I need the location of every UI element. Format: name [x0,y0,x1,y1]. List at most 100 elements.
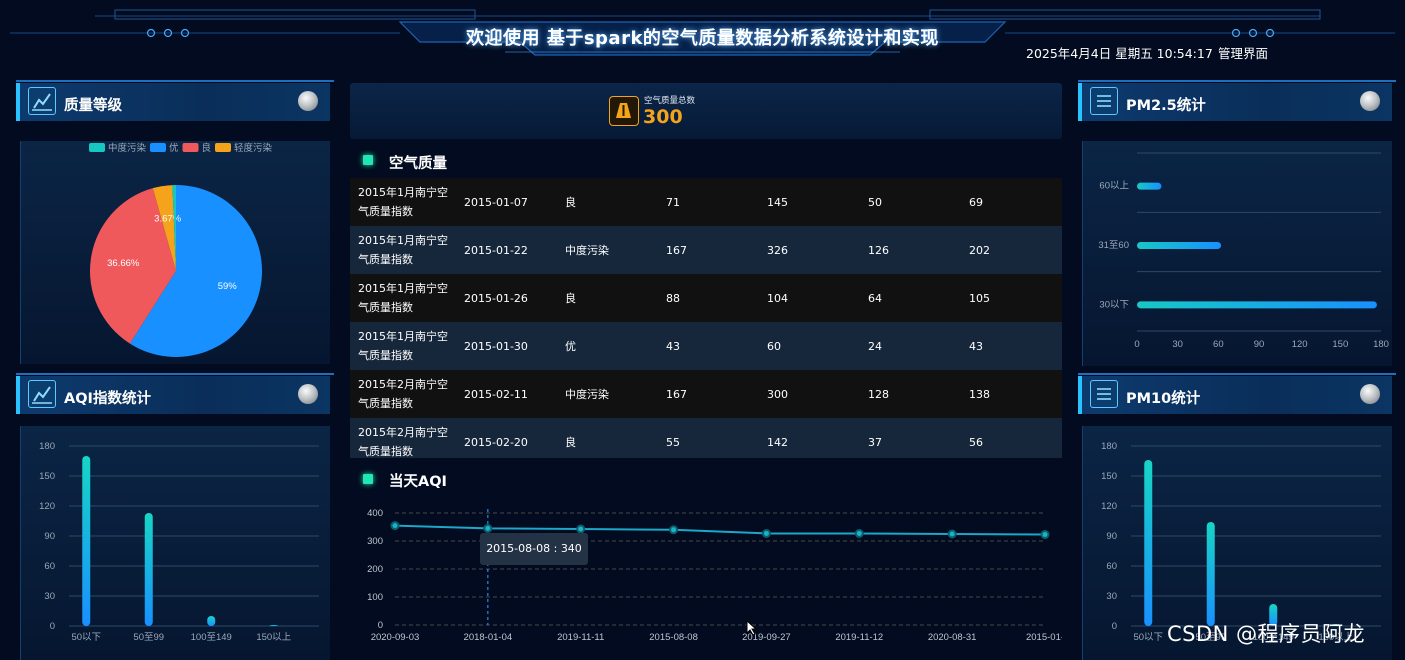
table-cell: 2015年1月南宁空气质量指数 [358,186,448,218]
y-tick-label: 200 [367,564,383,575]
panel-header: AQI指数统计 [16,376,330,414]
data-point [761,528,771,538]
table-cell: 43 [969,339,983,353]
x-tick-label: 2015-08-08 [649,632,698,643]
watermark: CSDN @程序员阿龙 [1167,622,1366,646]
table-row[interactable]: 2015年1月南宁空气质量指数 2015-01-22 中度污染 167 326 126 20… [350,226,1062,274]
table-cell: 2015-02-11 [464,387,528,401]
table-cell: 2015年2月南宁空气质量指数 [358,426,448,458]
x-tick-label: 90 [1254,339,1265,350]
panel-body: 60以上 31至60 30以下 0 30 60 90 120 150 180 [1082,141,1392,366]
panel-top-line [16,80,334,82]
pm25-bar-chart: 60以上 31至60 30以下 0 30 60 90 120 150 180 [1098,152,1389,350]
legend-swatch [150,143,166,152]
list-icon [1090,87,1118,115]
page-header: 欢迎使用 基于spark的空气质量数据分析系统设计和实现 2025年4月4日 星… [0,0,1405,70]
x-tick-label: 30 [1172,339,1183,350]
table-row[interactable]: 2015年1月南宁空气质量指数 2015-01-26 良 88 104 64 105 [350,274,1062,322]
table-cell: 2015-01-30 [464,339,528,353]
table-cell: 202 [969,243,990,257]
table-row[interactable]: 2015年1月南宁空气质量指数 2015-01-07 良 71 145 50 69 [350,178,1062,226]
bar [269,625,278,626]
x-tick-label: 50至99 [133,632,164,643]
y-tick-label: 400 [367,508,383,519]
table-cell: 2015-02-20 [464,435,528,449]
table-row[interactable]: 2015年2月南宁空气质量指数 2015-02-20 良 55 142 37 56 [350,418,1062,458]
table-cell: 88 [666,291,680,305]
table-row[interactable]: 2015年1月南宁空气质量指数 2015-01-30 优 43 60 24 43 [350,322,1062,370]
table-cell: 105 [969,291,990,305]
data-point [669,525,679,535]
air-quality-title: 空气质量 [389,156,447,172]
pm25-panel: PM2.5统计 60以上 31至60 30以下 0 30 60 90 120 150 180 [1078,80,1396,366]
panel-title: PM10统计 [1126,391,1201,407]
panel-header: 质量等级 [16,83,330,121]
data-point [854,528,864,538]
table-row[interactable]: 2015年2月南宁空气质量指数 2015-02-11 中度污染 167 300 128 13… [350,370,1062,418]
data-point [576,524,586,534]
bar [1137,182,1162,190]
bar [1144,460,1153,626]
table-cell: 69 [969,195,983,209]
table-cell: 326 [767,243,788,257]
y-tick-label: 120 [39,501,55,512]
x-tick-label: 2020-08-31 [928,632,977,643]
legend-swatch [182,143,199,152]
disc-icon[interactable] [1360,384,1380,404]
data-point [390,521,400,531]
y-tick-label: 31至60 [1098,240,1129,251]
bar [1206,522,1215,626]
disc-icon[interactable] [298,384,318,404]
panel-body: 中度污染 优 良 轻度污染 59% 36.66% 3.67% [20,141,330,364]
panel-top-line [16,373,334,375]
aqi-bar-chart: 0 30 60 90 120 150 180 50以下 50至99 100至149 150以上 [39,441,319,643]
quality-level-panel: 质量等级 中度污染 优 良 轻度污染 59% 36.66% 3.67% [16,80,334,366]
table-cell: 64 [868,291,882,305]
pie-slice-label: 59% [218,281,238,292]
table-cell: 56 [969,435,983,449]
legend-label: 轻度污染 [234,142,273,154]
table-cell: 104 [767,291,788,305]
y-tick-label: 30 [1106,591,1117,602]
table-cell: 良 [565,196,576,209]
y-tick-label: 120 [1101,501,1117,512]
table-cell: 71 [666,195,680,209]
x-tick-label: 2015-01- [1026,632,1062,643]
admin-link[interactable]: 管理界面 [1218,43,1268,62]
data-point [947,529,957,539]
y-tick-label: 0 [1112,621,1117,632]
disc-icon[interactable] [298,91,318,111]
legend-label: 优 [169,142,179,154]
table-cell: 2015-01-22 [464,243,528,257]
daily-aqi-title: 当天AQI [389,474,447,490]
table-cell: 2015年1月南宁空气质量指数 [358,330,448,362]
daily-aqi-line-chart: 0 100 200 300 400 2020-09-03 2018-01-04 2019-11… [367,508,1062,643]
quality-pie-chart: 中度污染 优 良 轻度污染 59% 36.66% 3.67% [89,142,273,357]
x-tick-label: 100至149 [191,632,232,643]
bar [144,513,153,626]
mouse-cursor-icon [746,620,758,636]
table-cell: 24 [868,339,882,353]
y-tick-label: 100 [367,592,383,603]
line-chart-icon [28,380,56,408]
bar [1137,301,1377,309]
table-cell: 43 [666,339,680,353]
bar [1137,242,1222,249]
data-point [1040,530,1050,540]
table-cell: 60 [767,339,781,353]
summary-label: 空气质量总数 [644,96,696,106]
panel-top-line [1078,373,1396,375]
datetime-display: 2025年4月4日 星期五 10:54:17 [1026,46,1213,61]
x-tick-label: 2020-09-03 [371,632,420,643]
disc-icon[interactable] [1360,91,1380,111]
table-cell: 2015年2月南宁空气质量指数 [358,378,448,410]
table-cell: 中度污染 [565,244,609,257]
table-cell: 37 [868,435,882,449]
pie-slice-label: 3.67% [154,213,181,224]
table-cell: 128 [868,387,889,401]
table-cell: 126 [868,243,889,257]
table-cell: 142 [767,435,788,449]
road-icon [609,96,639,126]
x-tick-label: 150 [1332,339,1348,350]
table-cell: 138 [969,387,990,401]
